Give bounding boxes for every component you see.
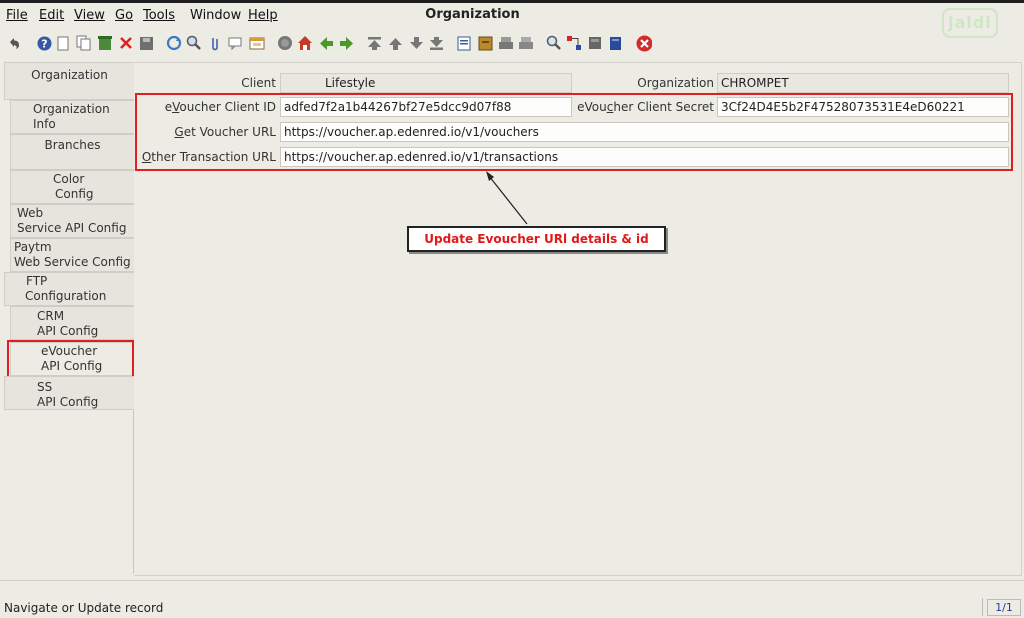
record-count: 1/1 — [987, 599, 1021, 616]
status-separator — [982, 598, 983, 616]
annotation-arrow — [486, 171, 528, 225]
status-divider — [0, 580, 1024, 581]
annotation-callout: Update Evoucher URl details & id — [407, 226, 666, 252]
status-message: Navigate or Update record — [4, 601, 164, 615]
status-bar: Navigate or Update record 1/1 — [0, 598, 1024, 618]
